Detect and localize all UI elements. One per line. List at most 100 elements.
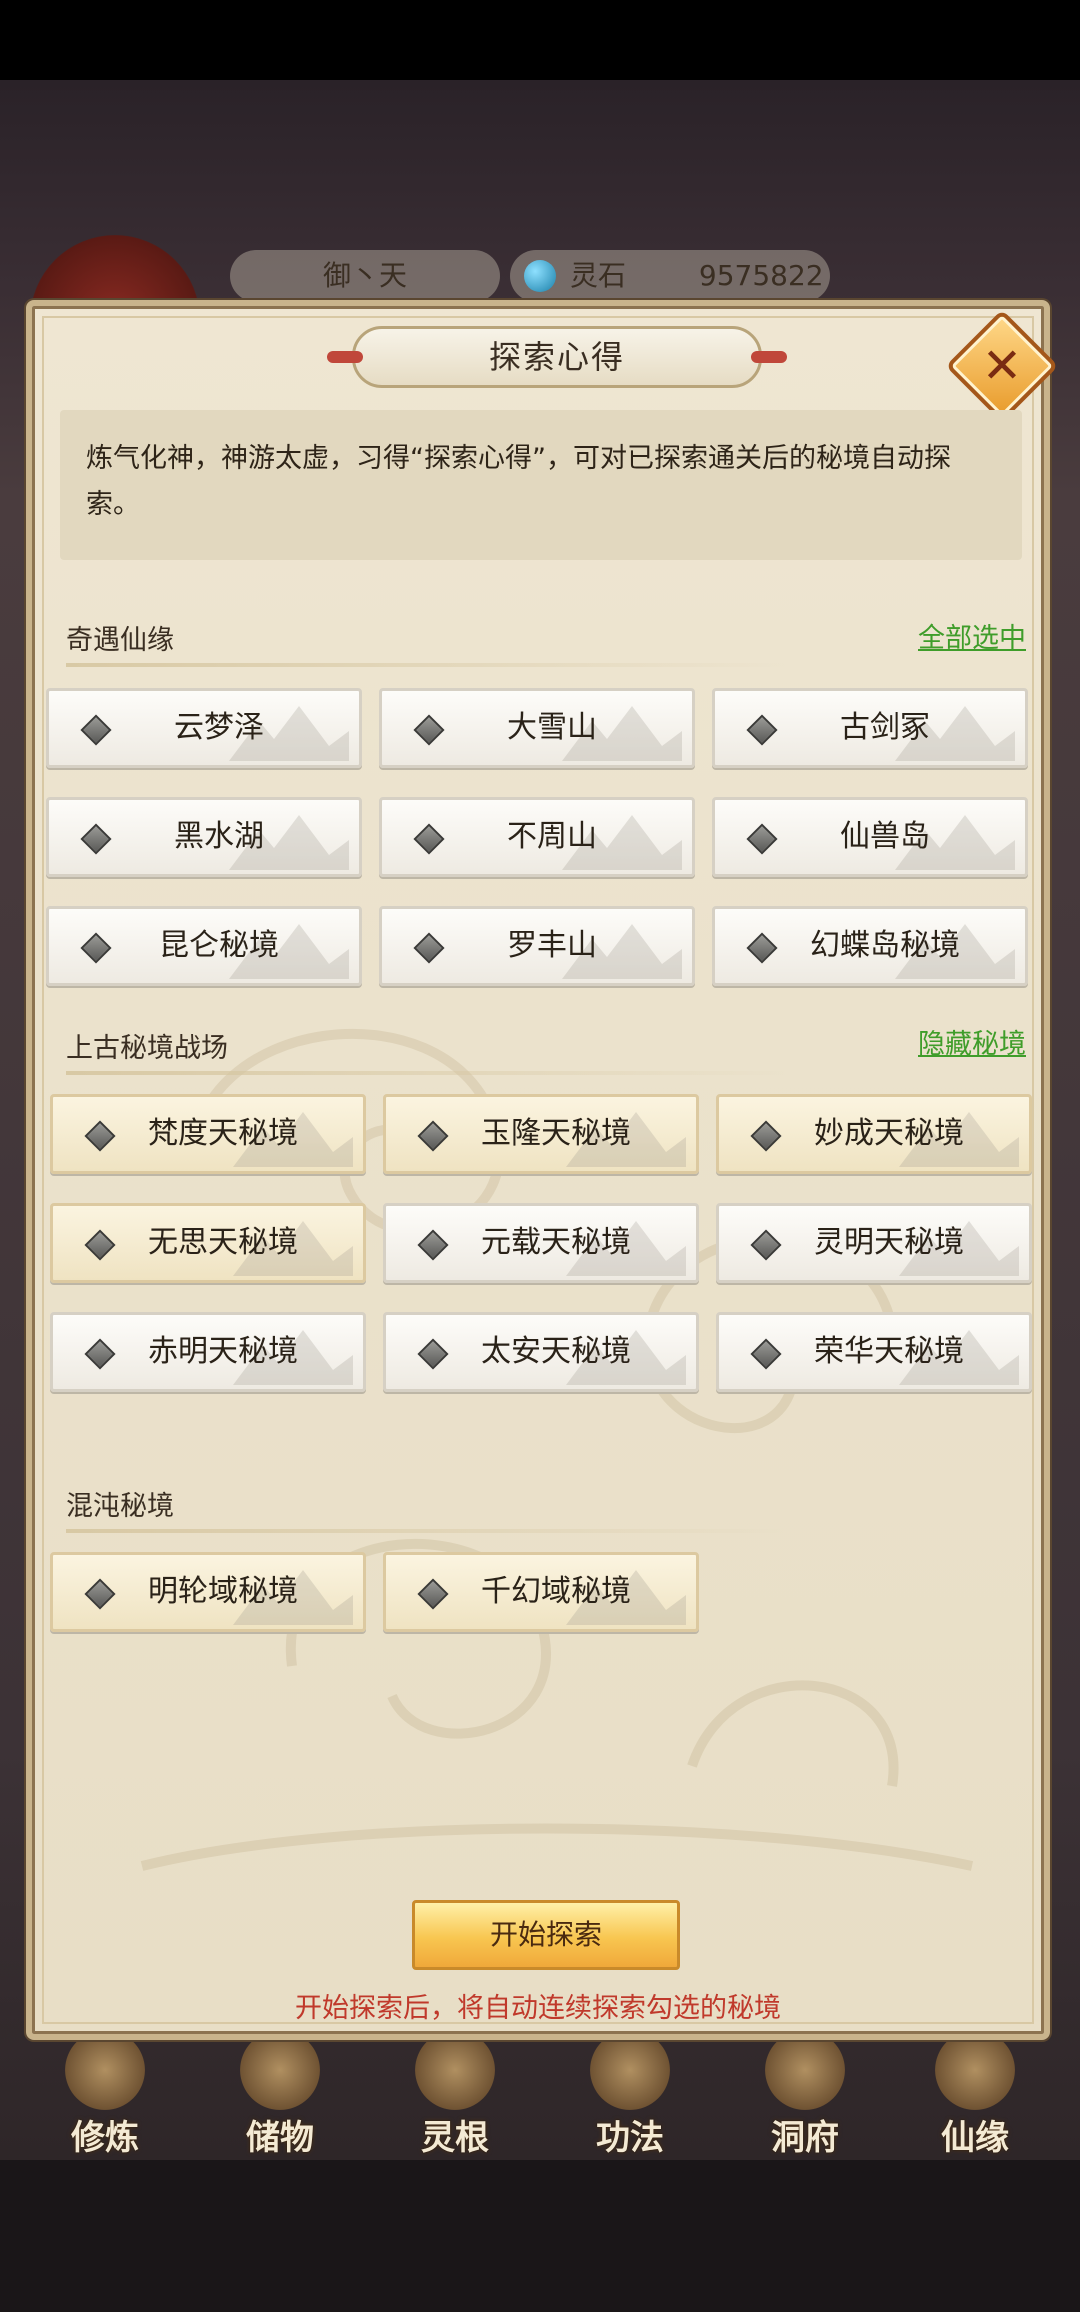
fate-icon	[935, 2030, 1015, 2110]
cultivate-icon	[65, 2030, 145, 2110]
realm-item[interactable]: 幻蝶岛秘境	[712, 906, 1028, 986]
realm-item[interactable]: 大雪山	[379, 688, 695, 768]
realm-item[interactable]: 荣华天秘境	[716, 1312, 1032, 1392]
checkbox-icon[interactable]	[746, 714, 778, 746]
start-explore-button[interactable]: 开始探索	[412, 1900, 680, 1970]
realm-item[interactable]: 明轮域秘境	[50, 1552, 366, 1632]
checkbox-icon[interactable]	[84, 1229, 116, 1261]
checkbox-icon[interactable]	[417, 1229, 449, 1261]
realm-item[interactable]: 云梦泽	[46, 688, 362, 768]
checkbox-icon[interactable]	[80, 823, 112, 855]
checkbox-icon[interactable]	[84, 1338, 116, 1370]
realm-name: 妙成天秘境	[814, 1116, 964, 1151]
spirit-root-icon	[415, 2030, 495, 2110]
intro-text: 炼气化神，神游太虚，习得“探索心得”，可对已探索通关后的秘境自动探索。	[60, 410, 1022, 560]
realm-name: 昆仑秘境	[159, 928, 279, 963]
realm-item[interactable]: 千幻域秘境	[383, 1552, 699, 1632]
hide-realms-link[interactable]: 隐藏秘境	[918, 1022, 1026, 1061]
realm-name: 梵度天秘境	[148, 1116, 298, 1151]
section-label-fortune: 奇遇仙缘	[66, 618, 786, 667]
checkbox-icon[interactable]	[750, 1229, 782, 1261]
checkbox-icon[interactable]	[746, 932, 778, 964]
checkbox-icon[interactable]	[80, 932, 112, 964]
dialog-title-text: 探索心得	[488, 338, 625, 376]
realm-name: 古剑冢	[840, 710, 930, 745]
checkbox-icon[interactable]	[746, 823, 778, 855]
realm-item[interactable]: 太安天秘境	[383, 1312, 699, 1392]
realm-name: 玉隆天秘境	[481, 1116, 631, 1151]
checkbox-icon[interactable]	[417, 1578, 449, 1610]
nav-storage[interactable]: 储物	[210, 2030, 350, 2160]
section-label-chaos: 混沌秘境	[66, 1484, 786, 1533]
player-name: 御丶天	[230, 250, 500, 302]
plaque-knob-left	[327, 351, 363, 363]
realm-name: 不周山	[507, 819, 597, 854]
storage-icon	[240, 2030, 320, 2110]
spirit-stone-value: 9575822	[698, 259, 824, 292]
close-icon: ✕	[981, 338, 1023, 394]
realm-item[interactable]: 玉隆天秘境	[383, 1094, 699, 1174]
nav-fate[interactable]: 仙缘	[905, 2030, 1045, 2160]
realm-item[interactable]: 仙兽岛	[712, 797, 1028, 877]
realm-name: 大雪山	[507, 710, 597, 745]
realm-item[interactable]: 灵明天秘境	[716, 1203, 1032, 1283]
nav-label: 洞府	[771, 2118, 839, 2158]
realm-name: 罗丰山	[507, 928, 597, 963]
spirit-stone-label: 灵石	[570, 259, 627, 292]
realm-name: 无思天秘境	[148, 1225, 298, 1260]
spirit-stone-icon	[524, 260, 556, 292]
checkbox-icon[interactable]	[413, 932, 445, 964]
checkbox-icon[interactable]	[413, 714, 445, 746]
nav-label: 修炼	[71, 2118, 139, 2158]
status-bar	[0, 0, 1080, 80]
realm-item[interactable]: 古剑冢	[712, 688, 1028, 768]
realm-name: 千幻域秘境	[481, 1574, 631, 1609]
realm-item[interactable]: 昆仑秘境	[46, 906, 362, 986]
realm-name: 幻蝶岛秘境	[810, 928, 960, 963]
checkbox-icon[interactable]	[750, 1338, 782, 1370]
realm-item[interactable]: 无思天秘境	[50, 1203, 366, 1283]
bottom-nav: 修炼 储物 灵根 功法 洞府 仙缘	[0, 2030, 1080, 2160]
nav-label: 仙缘	[941, 2118, 1009, 2158]
checkbox-icon[interactable]	[417, 1120, 449, 1152]
realm-item[interactable]: 赤明天秘境	[50, 1312, 366, 1392]
realm-item[interactable]: 罗丰山	[379, 906, 695, 986]
realm-item[interactable]: 妙成天秘境	[716, 1094, 1032, 1174]
plaque-knob-right	[751, 351, 787, 363]
nav-cultivate[interactable]: 修炼	[35, 2030, 175, 2160]
realm-name: 荣华天秘境	[814, 1334, 964, 1369]
checkbox-icon[interactable]	[750, 1120, 782, 1152]
realm-name: 黑水湖	[174, 819, 264, 854]
select-all-link[interactable]: 全部选中	[918, 616, 1026, 655]
realm-name: 云梦泽	[174, 710, 264, 745]
checkbox-icon[interactable]	[80, 714, 112, 746]
realm-name: 元载天秘境	[481, 1225, 631, 1260]
auto-explore-hint: 开始探索后，将自动连续探索勾选的秘境	[295, 1993, 781, 2024]
checkbox-icon[interactable]	[417, 1338, 449, 1370]
nav-label: 灵根	[421, 2118, 489, 2158]
realm-name: 明轮域秘境	[148, 1574, 298, 1609]
nav-cave[interactable]: 洞府	[735, 2030, 875, 2160]
nav-skills[interactable]: 功法	[560, 2030, 700, 2160]
section-label-ancient: 上古秘境战场	[66, 1026, 786, 1075]
realm-item[interactable]: 梵度天秘境	[50, 1094, 366, 1174]
checkbox-icon[interactable]	[84, 1120, 116, 1152]
bottom-area	[0, 2160, 1080, 2312]
spirit-stone-counter: 灵石 9575822	[510, 250, 830, 302]
realm-item[interactable]: 不周山	[379, 797, 695, 877]
checkbox-icon[interactable]	[413, 823, 445, 855]
realm-name: 太安天秘境	[481, 1334, 631, 1369]
realm-item[interactable]: 元载天秘境	[383, 1203, 699, 1283]
cave-icon	[765, 2030, 845, 2110]
explore-insight-dialog: 探索心得 ✕ 炼气化神，神游太虚，习得“探索心得”，可对已探索通关后的秘境自动探…	[26, 300, 1059, 2040]
nav-spirit-root[interactable]: 灵根	[385, 2030, 525, 2160]
realm-name: 赤明天秘境	[148, 1334, 298, 1369]
realm-name: 仙兽岛	[840, 819, 930, 854]
realm-name: 灵明天秘境	[814, 1225, 964, 1260]
realm-item[interactable]: 黑水湖	[46, 797, 362, 877]
checkbox-icon[interactable]	[84, 1578, 116, 1610]
close-button[interactable]: ✕	[945, 309, 1059, 423]
dialog-title: 探索心得	[327, 326, 787, 388]
nav-label: 储物	[246, 2118, 314, 2158]
skills-icon	[590, 2030, 670, 2110]
